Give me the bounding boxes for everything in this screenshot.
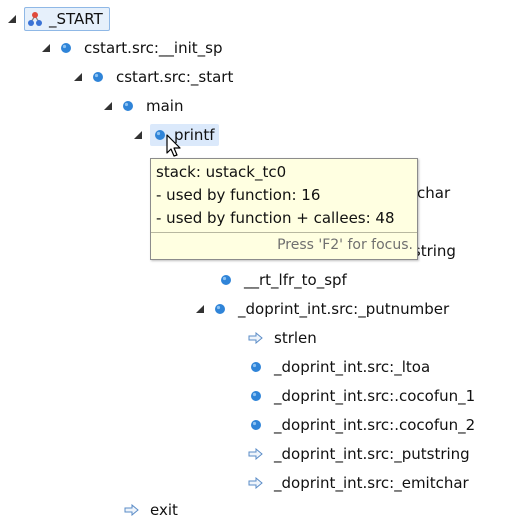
stack-usage-tooltip: stack: ustack_tc0 - used by function: 16…	[150, 158, 418, 260]
call-arrow-icon	[248, 330, 264, 346]
tree-node-label: _START	[49, 10, 103, 28]
tooltip-used-by-function: - used by function: 16	[156, 186, 321, 204]
function-dot-icon	[218, 272, 234, 288]
tree-node-label: cstart.src:__init_sp	[84, 39, 223, 57]
tooltip-focus-hint[interactable]: Press 'F2' for focus.	[277, 237, 413, 253]
tooltip-used-with-callees: - used by function + callees: 48	[156, 209, 395, 227]
tree-node-label: _doprint_int.src:_putstring	[274, 445, 470, 463]
tooltip-stack-line: stack: ustack_tc0	[156, 163, 287, 181]
call-arrow-icon	[248, 446, 264, 462]
tree-node-label: strlen	[274, 329, 317, 347]
hovered-node[interactable]: printf	[150, 124, 219, 146]
expand-twistie-icon[interactable]	[6, 13, 18, 25]
mouse-pointer-icon	[166, 134, 182, 162]
function-dot-icon	[120, 98, 136, 114]
expand-twistie-icon[interactable]	[72, 71, 84, 83]
function-dot-icon	[212, 301, 228, 317]
call-graph-root-icon	[27, 11, 43, 27]
function-dot-icon	[58, 40, 74, 56]
tree-row-cocofun-1[interactable]: _doprint_int.src:.cocofun_1	[248, 383, 477, 409]
tree-row-main[interactable]: main	[102, 93, 185, 119]
tree-row-rt-lfr-to-spf[interactable]: __rt_lfr_to_spf	[218, 267, 349, 293]
function-dot-icon	[90, 69, 106, 85]
selected-root-node[interactable]: _START	[24, 7, 110, 31]
tree-row-putnumber[interactable]: _doprint_int.src:_putnumber	[194, 296, 451, 322]
call-arrow-icon	[248, 475, 264, 491]
tree-row-exit[interactable]: exit	[124, 497, 180, 523]
expand-twistie-icon[interactable]	[40, 42, 52, 54]
tree-node-label: __rt_lfr_to_spf	[244, 271, 347, 289]
tree-row-ltoa[interactable]: _doprint_int.src:_ltoa	[248, 354, 432, 380]
tree-row-emitchar[interactable]: _doprint_int.src:_emitchar	[248, 470, 471, 496]
tree-row-init-sp[interactable]: cstart.src:__init_sp	[40, 35, 224, 61]
tree-row-start[interactable]: _START	[6, 6, 110, 32]
call-arrow-icon	[124, 502, 140, 518]
function-dot-icon	[248, 417, 264, 433]
tree-node-label: _doprint_int.src:.cocofun_1	[274, 387, 476, 405]
tree-row-cocofun-2[interactable]: _doprint_int.src:.cocofun_2	[248, 412, 477, 438]
tree-node-label: exit	[150, 501, 178, 519]
tooltip-divider	[151, 232, 417, 233]
tree-node-label: _doprint_int.src:_emitchar	[274, 474, 469, 492]
tree-node-label: _doprint_int.src:_putnumber	[238, 300, 450, 318]
function-dot-icon	[248, 388, 264, 404]
function-dot-icon	[248, 359, 264, 375]
tree-node-label: _doprint_int.src:.cocofun_2	[274, 416, 476, 434]
tree-row-strlen[interactable]: strlen	[248, 325, 319, 351]
tree-row-cstart-start[interactable]: cstart.src:_start	[72, 64, 235, 90]
tree-node-label: main	[146, 97, 184, 115]
tree-node-label: cstart.src:_start	[116, 68, 234, 86]
expand-twistie-icon[interactable]	[132, 129, 144, 141]
expand-twistie-icon[interactable]	[194, 303, 206, 315]
tree-row-putstring[interactable]: _doprint_int.src:_putstring	[248, 441, 472, 467]
tree-node-label: _doprint_int.src:_ltoa	[274, 358, 431, 376]
expand-twistie-icon[interactable]	[102, 100, 114, 112]
